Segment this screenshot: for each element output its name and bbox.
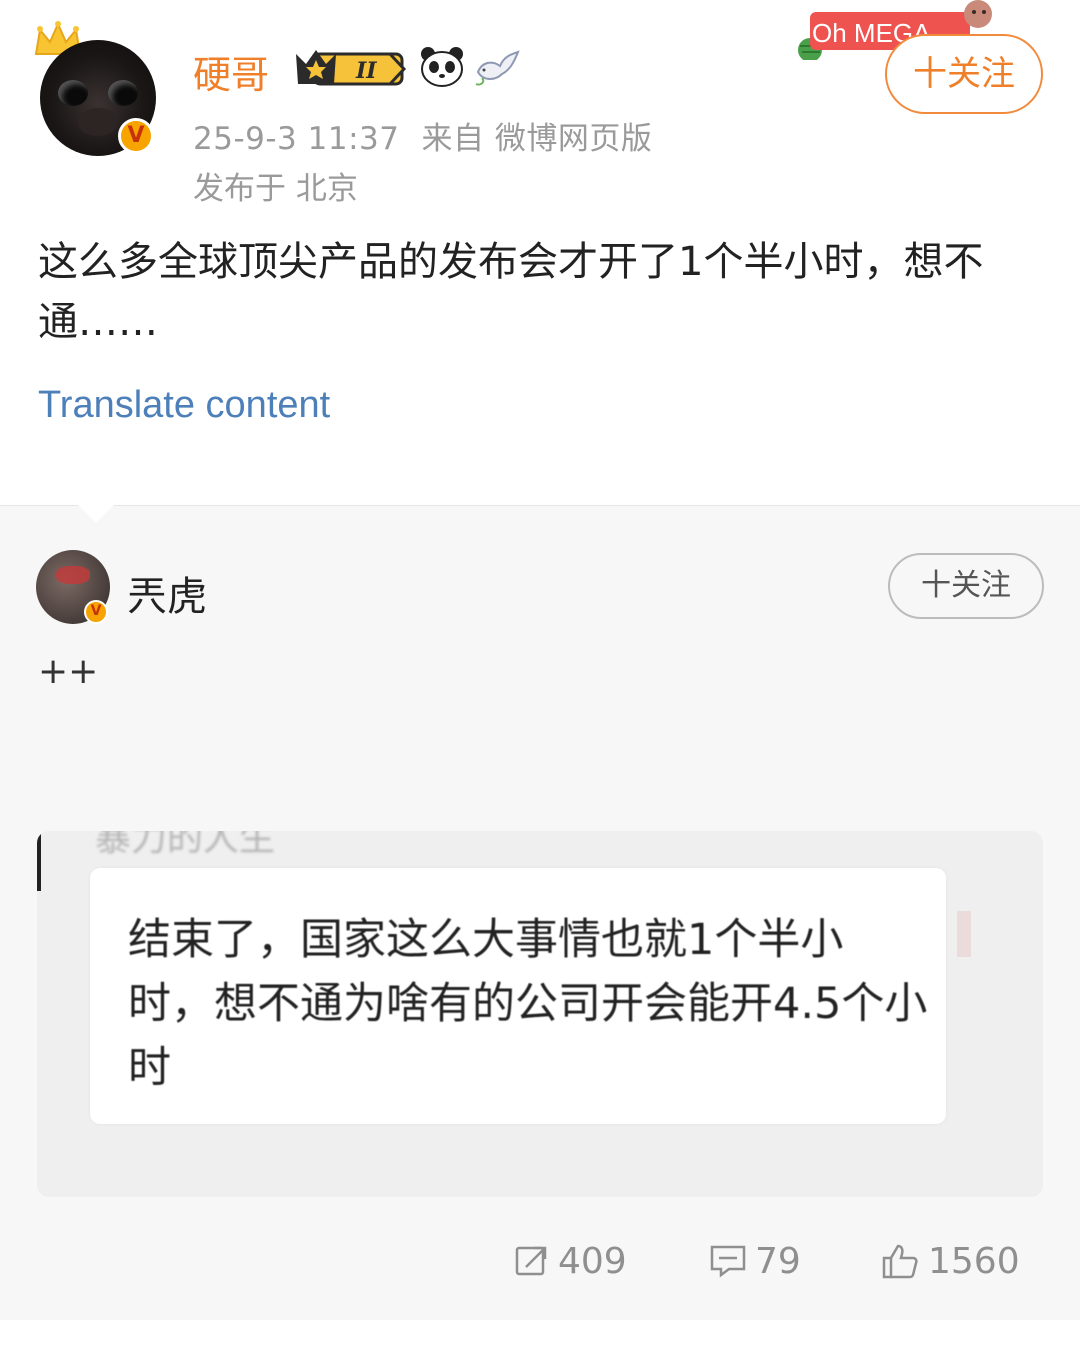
level-badge-icon: II	[296, 50, 407, 86]
repost-button[interactable]: 409	[514, 1236, 627, 1286]
image-top-text: 暴力的人生	[95, 831, 276, 859]
weibo-post: V 硬哥 II 25-9-3 11:37 来自 微博网页版 发布于 北京 Oh M…	[0, 0, 1080, 505]
reposted-section: V 兲虎 十关注 ++ 暴力的人生 结束了，国家这么大事情也就1个半小时，想不通…	[0, 505, 1080, 1320]
action-bar: 409 79 1560	[0, 1222, 1080, 1302]
dove-icon	[475, 50, 520, 86]
svg-text:II: II	[355, 58, 377, 84]
bottom-strip	[0, 1320, 1080, 1353]
like-button[interactable]: 1560	[880, 1236, 1020, 1286]
post-source: 来自 微博网页版	[421, 121, 653, 157]
comment-button[interactable]: 79	[709, 1236, 801, 1286]
repost-count: 409	[558, 1240, 627, 1282]
comment-count: 79	[755, 1240, 801, 1282]
repost-content: ++	[38, 651, 99, 692]
repost-author-name[interactable]: 兲虎	[127, 564, 207, 622]
author-avatar-group[interactable]: V	[30, 20, 160, 160]
follow-button[interactable]: 十关注	[885, 34, 1043, 114]
notch-divider	[78, 505, 114, 523]
panda-icon	[421, 47, 463, 87]
like-icon	[882, 1244, 918, 1279]
post-location: 发布于 北京	[193, 171, 358, 207]
post-time[interactable]: 25-9-3 11:37	[193, 121, 399, 157]
post-meta: 25-9-3 11:37 来自 微博网页版	[193, 113, 652, 158]
chat-bubble-text: 结束了，国家这么大事情也就1个半小时，想不通为啥有的公司开会能开4.5个小时	[128, 915, 928, 1093]
like-count: 1560	[928, 1240, 1020, 1282]
post-content: 这么多全球顶尖产品的发布会才开了1个半小时，想不通……	[38, 239, 984, 345]
repost-follow-button[interactable]: 十关注	[888, 553, 1044, 619]
verified-badge-icon: V	[84, 600, 108, 624]
verified-badge-icon: V	[118, 118, 154, 154]
comment-icon	[710, 1245, 746, 1278]
repost-image[interactable]: 暴力的人生 结束了，国家这么大事情也就1个半小时，想不通为啥有的公司开会能开4.…	[37, 831, 1043, 1197]
chat-bubble: 结束了，国家这么大事情也就1个半小时，想不通为啥有的公司开会能开4.5个小时	[90, 868, 946, 1124]
translate-link[interactable]: Translate content	[38, 384, 330, 427]
repost-icon	[515, 1246, 547, 1276]
author-name[interactable]: 硬哥	[193, 44, 269, 99]
